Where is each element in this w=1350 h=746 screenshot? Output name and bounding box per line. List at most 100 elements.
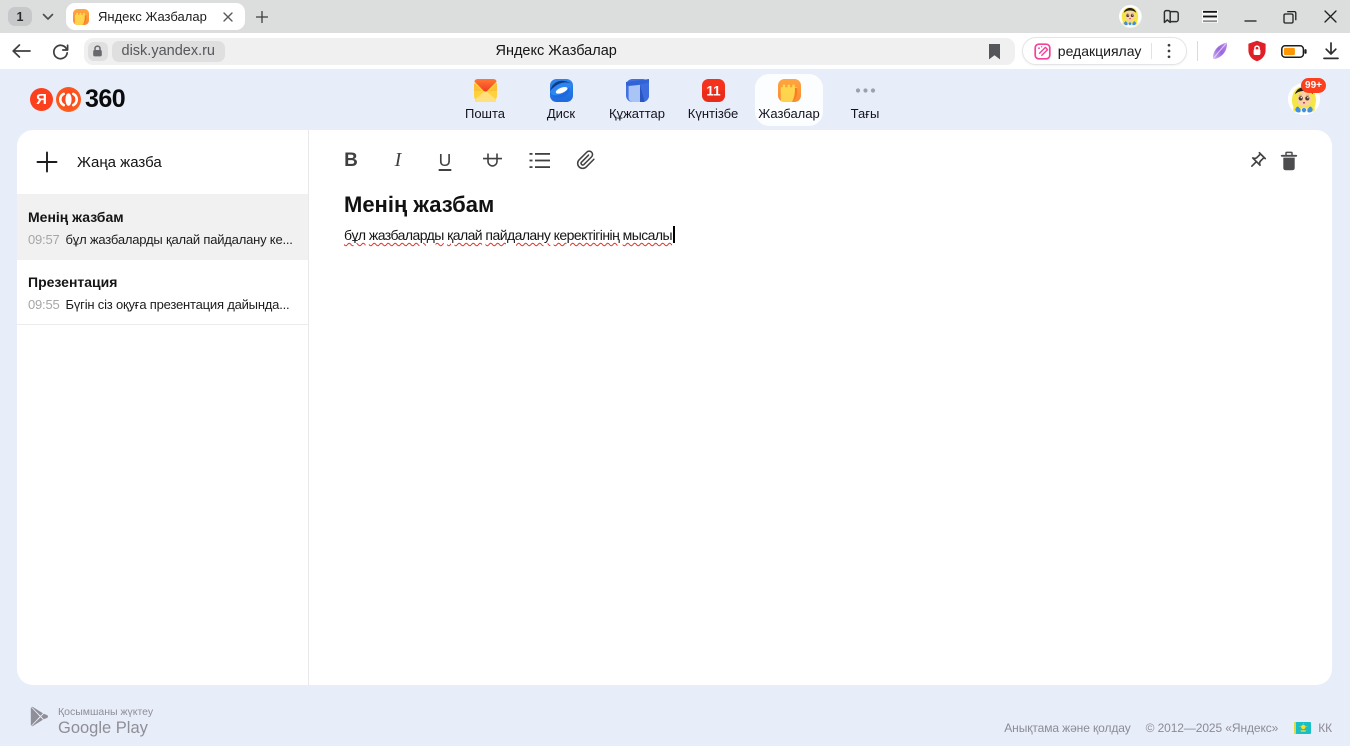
divider	[1197, 41, 1198, 61]
browser-tab-active[interactable]: Яндекс Жазбалар	[66, 3, 245, 30]
underline-button[interactable]: U	[434, 148, 456, 173]
strikethrough-button[interactable]	[481, 148, 503, 173]
lock-icon	[92, 45, 103, 57]
google-play-link[interactable]: Қосымшаны жүктеу Google Play	[30, 706, 153, 738]
new-note-label: Жаңа жазба	[77, 154, 162, 171]
nav-item-documents[interactable]: Құжаттар	[603, 74, 671, 126]
note-title: Менің жазбам	[28, 208, 292, 227]
calendar-icon: 11	[702, 79, 725, 102]
app-header: Я 360 Пошта	[0, 69, 1350, 130]
documents-icon	[626, 79, 649, 102]
hamburger-menu-icon	[1202, 10, 1218, 23]
help-link[interactable]: Анықтама және қолдау	[1004, 721, 1130, 735]
note-title: Презентация	[28, 273, 292, 292]
browser-profile-button[interactable]	[1110, 0, 1150, 33]
notifications-badge: 99+	[1301, 78, 1326, 93]
close-icon	[1324, 10, 1337, 23]
red-shield-lock-icon	[1247, 40, 1267, 62]
misspelled-word: пайдалану	[485, 227, 550, 243]
language-selector[interactable]: КК	[1318, 721, 1332, 735]
nav-item-calendar[interactable]: 11 Күнтізбе	[679, 74, 747, 126]
footer-links: Анықтама және қолдау © 2012—2025 «Яндекс…	[1004, 698, 1332, 746]
note-body-input[interactable]: бұл жазбаларды қалай пайдалану керектігі…	[344, 225, 1296, 245]
bold-button[interactable]: B	[340, 148, 362, 173]
secure-connection-chip[interactable]	[88, 42, 108, 61]
edit-more-button[interactable]	[1156, 39, 1182, 63]
new-note-button[interactable]: Жаңа жазба	[17, 130, 308, 195]
tab-counter-badge[interactable]: 1	[8, 7, 32, 26]
editor-pencil-icon	[1034, 43, 1051, 60]
notes-favicon-icon	[73, 9, 89, 25]
nav-label: Пошта	[465, 107, 505, 120]
browser-tabbar: 1 Яндекс Жазбалар	[0, 0, 1350, 33]
browser-reload-button[interactable]	[44, 36, 77, 66]
bullet-list-icon	[529, 152, 550, 169]
tab-title: Яндекс Жазбалар	[98, 9, 219, 24]
tab-list-chevron-button[interactable]	[37, 5, 59, 29]
back-arrow-icon	[12, 44, 31, 58]
reload-icon	[52, 43, 69, 60]
notes-app-page: Я 360 Пошта	[0, 69, 1350, 746]
attach-file-button[interactable]	[575, 148, 597, 173]
nav-label: Күнтізбе	[688, 107, 738, 120]
note-subtitle-row: 09:55 Бүгін сіз оқуға презентация дайынд…	[28, 295, 292, 315]
nav-item-notes-active[interactable]: Жазбалар	[755, 74, 823, 126]
misspelled-word: мысалы	[623, 227, 672, 243]
chevron-down-icon	[42, 13, 54, 21]
window-restore-button[interactable]	[1270, 0, 1310, 33]
panels-button[interactable]	[1150, 0, 1190, 33]
google-play-caption: Қосымшаны жүктеу	[58, 707, 153, 718]
note-time: 09:55	[28, 295, 60, 315]
svg-text:11: 11	[706, 83, 721, 98]
bookmark-icon	[988, 44, 1001, 60]
yandex-pen-extension-button[interactable]	[1201, 36, 1238, 66]
note-list-item[interactable]: Презентация 09:55 Бүгін сіз оқуға презен…	[17, 260, 308, 325]
adblock-extension-button[interactable]	[1239, 36, 1276, 66]
window-minimize-button[interactable]	[1230, 0, 1270, 33]
note-list-item-selected[interactable]: Менің жазбам 09:57 бұл жазбаларды қалай …	[17, 195, 308, 260]
notes-icon	[778, 79, 801, 102]
note-time: 09:57	[28, 230, 60, 250]
nav-item-disk[interactable]: Диск	[527, 74, 595, 126]
window-close-button[interactable]	[1310, 0, 1350, 33]
battery-saver-button[interactable]	[1276, 36, 1313, 66]
kebab-menu-icon	[1167, 43, 1171, 59]
bookmark-page-button[interactable]	[985, 42, 1005, 62]
paperclip-icon	[576, 150, 597, 171]
tab-close-button[interactable]	[219, 8, 237, 26]
note-preview: бұл жазбаларды қалай пайдалану ке...	[66, 230, 292, 250]
window-controls	[1110, 0, 1350, 33]
services-nav: Пошта Диск	[0, 74, 1350, 126]
purple-feather-icon	[1209, 40, 1231, 62]
edit-button-label: редакциялау	[1058, 43, 1142, 59]
nav-label: Құжаттар	[609, 107, 665, 120]
side-panel-bookmark-icon	[1162, 8, 1179, 25]
browser-addressbar: disk.yandex.ru Яндекс Жазбалар редакциял…	[0, 33, 1350, 69]
nav-label: Жазбалар	[758, 107, 819, 120]
nav-item-more[interactable]: Тағы	[831, 74, 899, 126]
edit-document-button[interactable]: редакциялау	[1022, 37, 1188, 65]
app-footer: Қосымшаны жүктеу Google Play Анықтама жә…	[0, 685, 1350, 746]
strikethrough-icon	[482, 151, 503, 171]
note-title-input[interactable]: Менің жазбам	[344, 191, 1296, 219]
google-play-icon	[30, 706, 49, 727]
url-domain[interactable]: disk.yandex.ru	[112, 41, 226, 62]
google-play-texts: Қосымшаны жүктеу Google Play	[58, 706, 153, 738]
downloads-button[interactable]	[1313, 36, 1350, 66]
browser-back-button[interactable]	[5, 36, 38, 66]
misspelled-word: керектігінің	[554, 227, 620, 243]
pin-note-button[interactable]	[1246, 148, 1268, 173]
battery-icon	[1281, 45, 1307, 58]
note-subtitle-row: 09:57 бұл жазбаларды қалай пайдалану ке.…	[28, 230, 292, 250]
bullet-list-button[interactable]	[528, 148, 550, 173]
url-bar[interactable]: disk.yandex.ru Яндекс Жазбалар	[84, 38, 1015, 65]
delete-note-button[interactable]	[1278, 148, 1300, 173]
trash-icon	[1280, 151, 1298, 171]
italic-button[interactable]: I	[387, 148, 409, 173]
browser-menu-button[interactable]	[1190, 0, 1230, 33]
divider	[1151, 43, 1152, 59]
profile-avatar	[1119, 5, 1142, 28]
pin-icon	[1247, 151, 1267, 171]
new-tab-button[interactable]	[250, 5, 274, 29]
nav-item-mail[interactable]: Пошта	[451, 74, 519, 126]
